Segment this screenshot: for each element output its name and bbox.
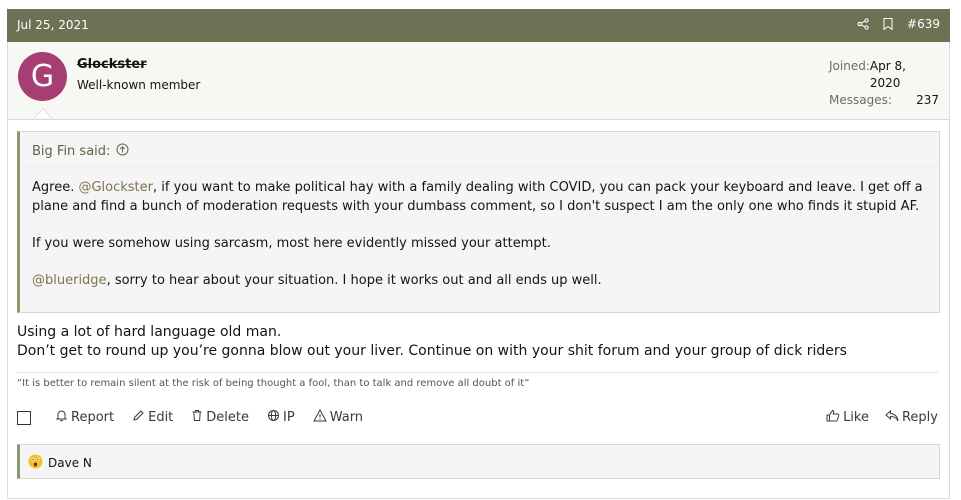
message-body: Using a lot of hard language old man. Do…: [17, 323, 937, 361]
message-line-2: Don’t get to round up you’re gonna blow …: [17, 343, 847, 359]
edit-label: Edit: [148, 410, 174, 425]
post-actions-bar: Report Edit Delete IP Warn Like Reply: [17, 408, 938, 429]
delete-label: Delete: [206, 410, 250, 425]
quote-paragraph-3: @blueridge, sorry to hear about your sit…: [32, 271, 932, 290]
quote-block: Big Fin said: Agree. @Glockster, if you …: [17, 131, 940, 313]
signature: “It is better to remain silent at the ri…: [17, 378, 530, 389]
messages-label: Messages:: [829, 93, 892, 107]
reply-label: Reply: [901, 410, 938, 425]
arrow-up-circle-icon[interactable]: [116, 143, 129, 160]
quote-paragraph-1: Agree. @Glockster, if you want to make p…: [32, 178, 932, 216]
like-label: Like: [843, 410, 869, 425]
user-stats: Joined: Apr 8, 2020 Messages: 237: [829, 58, 939, 109]
post-header-bar: Jul 25, 2021 #639: [7, 9, 950, 42]
pencil-icon: [132, 409, 145, 426]
edit-button[interactable]: Edit: [132, 409, 173, 426]
quote-divider: [20, 166, 939, 167]
select-post-checkbox[interactable]: [17, 410, 31, 425]
quote-body: Agree. @Glockster, if you want to make p…: [32, 178, 932, 308]
ip-label: IP: [283, 410, 295, 425]
user-title: Well-known member: [77, 78, 201, 92]
warn-label: Warn: [329, 410, 364, 425]
reply-button[interactable]: Reply: [885, 409, 938, 426]
signature-divider: [17, 372, 938, 373]
share-icon[interactable]: [857, 18, 869, 30]
ip-button[interactable]: IP: [267, 409, 295, 426]
warning-triangle-icon: [312, 408, 327, 426]
like-button[interactable]: Like: [826, 409, 869, 426]
report-button[interactable]: Report: [55, 409, 114, 426]
post-date[interactable]: Jul 25, 2021: [17, 18, 89, 32]
trash-icon: [191, 409, 203, 426]
report-label: Report: [71, 410, 115, 425]
joined-value: Apr 8, 2020: [869, 59, 906, 90]
reactions-bar[interactable]: Dave N: [17, 444, 940, 479]
quote-paragraph-2: If you were somehow using sarcasm, most …: [32, 236, 551, 251]
quote-text: Agree.: [32, 180, 79, 195]
bell-icon: [55, 409, 68, 426]
mention-blueridge[interactable]: @blueridge: [32, 273, 107, 288]
joined-label: Joined:: [829, 59, 870, 73]
post-number-link[interactable]: #639: [907, 17, 940, 31]
username-link[interactable]: Glockster: [77, 57, 147, 72]
quote-text: , if you want to make political hay with…: [32, 180, 923, 214]
avatar[interactable]: G: [18, 52, 67, 101]
quote-author[interactable]: Big Fin said:: [32, 144, 110, 159]
warn-button[interactable]: Warn: [312, 408, 364, 426]
mention-glockster[interactable]: @Glockster: [78, 180, 153, 195]
bookmark-icon[interactable]: [883, 18, 893, 30]
globe-icon: [267, 409, 280, 426]
messages-value: 237: [916, 93, 939, 107]
delete-button[interactable]: Delete: [191, 409, 249, 426]
quote-header[interactable]: Big Fin said:: [32, 143, 129, 160]
shocked-face-icon: [28, 454, 43, 472]
message-line-1: Using a lot of hard language old man.: [17, 324, 282, 340]
quote-text: , sorry to hear about your situation. I …: [106, 273, 602, 288]
reply-arrow-icon: [885, 409, 899, 426]
user-info-bar: G Glockster Well-known member Joined: Apr…: [8, 42, 949, 120]
thumbs-up-icon: [826, 409, 840, 426]
reaction-user-link[interactable]: Dave N: [48, 456, 92, 470]
speech-caret: [35, 109, 51, 118]
